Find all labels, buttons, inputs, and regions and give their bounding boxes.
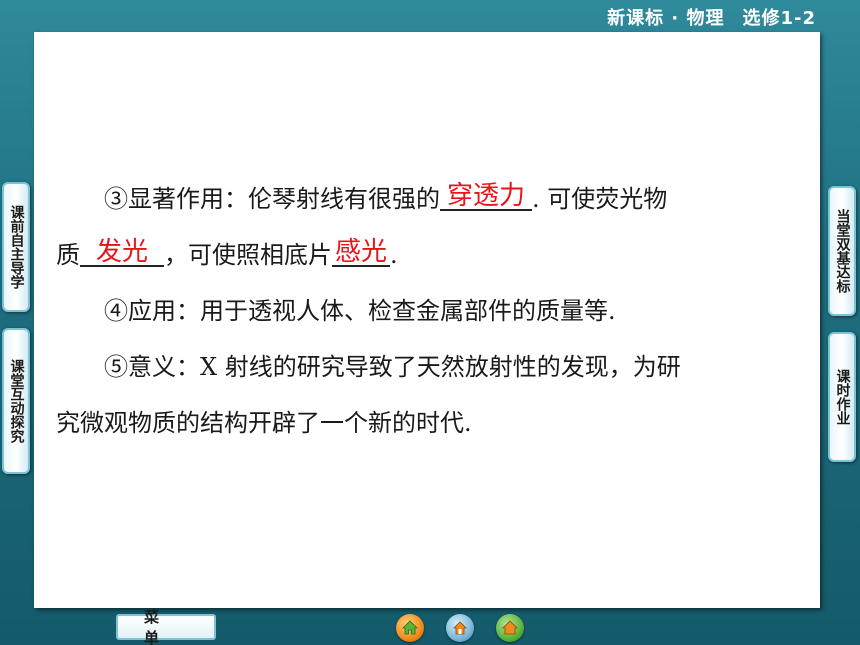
answer-blank-1: 穿透力 bbox=[440, 181, 532, 211]
text: ③显著作用：伦琴射线有很强的 bbox=[104, 185, 440, 213]
text: ，可使照相底片 bbox=[164, 241, 332, 269]
text: ⑤意义：X 射线的研究导致了天然放射性的发现，为研 bbox=[104, 353, 681, 381]
paragraph-5-line-1: ⑤意义：X 射线的研究导致了天然放射性的发现，为研 bbox=[56, 340, 804, 394]
answer-blank-3: 感光 bbox=[332, 237, 390, 267]
tab-class-interaction[interactable]: 课堂互动探究 bbox=[2, 328, 30, 474]
answer-blank-2: 发光 bbox=[80, 237, 164, 267]
tab-homework[interactable]: 课时作业 bbox=[828, 332, 856, 462]
text: . 可使荧光物 bbox=[532, 185, 668, 213]
menu-button[interactable]: 菜单 bbox=[116, 608, 216, 645]
home-icon[interactable] bbox=[396, 614, 424, 642]
text: ④应用：用于透视人体、检查金属部件的质量等. bbox=[104, 297, 616, 325]
course-title: 新课标 · 物理 选修1-2 bbox=[607, 4, 816, 30]
paragraph-3-line-2: 质发光 ，可使照相底片 感光. bbox=[56, 228, 804, 282]
text: 究微观物质的结构开辟了一个新的时代. bbox=[56, 409, 472, 437]
forward-icon[interactable] bbox=[496, 614, 524, 642]
course-name: 新课标 · 物理 bbox=[607, 8, 725, 29]
answer-text: 感光 bbox=[334, 237, 388, 267]
slide-content: ③显著作用：伦琴射线有很强的 穿透力. 可使荧光物 质发光 ，可使照相底片 感光. ④… bbox=[34, 32, 820, 608]
text: 质 bbox=[56, 241, 80, 269]
back-icon[interactable] bbox=[446, 614, 474, 642]
paragraph-5-line-2: 究微观物质的结构开辟了一个新的时代. bbox=[56, 396, 804, 450]
course-module: 选修1-2 bbox=[742, 8, 816, 29]
tab-pre-class-study[interactable]: 课前自主导学 bbox=[2, 182, 30, 312]
answer-text: 穿透力 bbox=[446, 181, 526, 211]
paragraph-4: ④应用：用于透视人体、检查金属部件的质量等. bbox=[56, 284, 804, 338]
answer-text: 发光 bbox=[95, 237, 149, 267]
tab-in-class-check[interactable]: 当堂双基达标 bbox=[828, 186, 856, 316]
text: . bbox=[390, 241, 398, 269]
paragraph-3-line-1: ③显著作用：伦琴射线有很强的 穿透力. 可使荧光物 bbox=[56, 172, 804, 226]
